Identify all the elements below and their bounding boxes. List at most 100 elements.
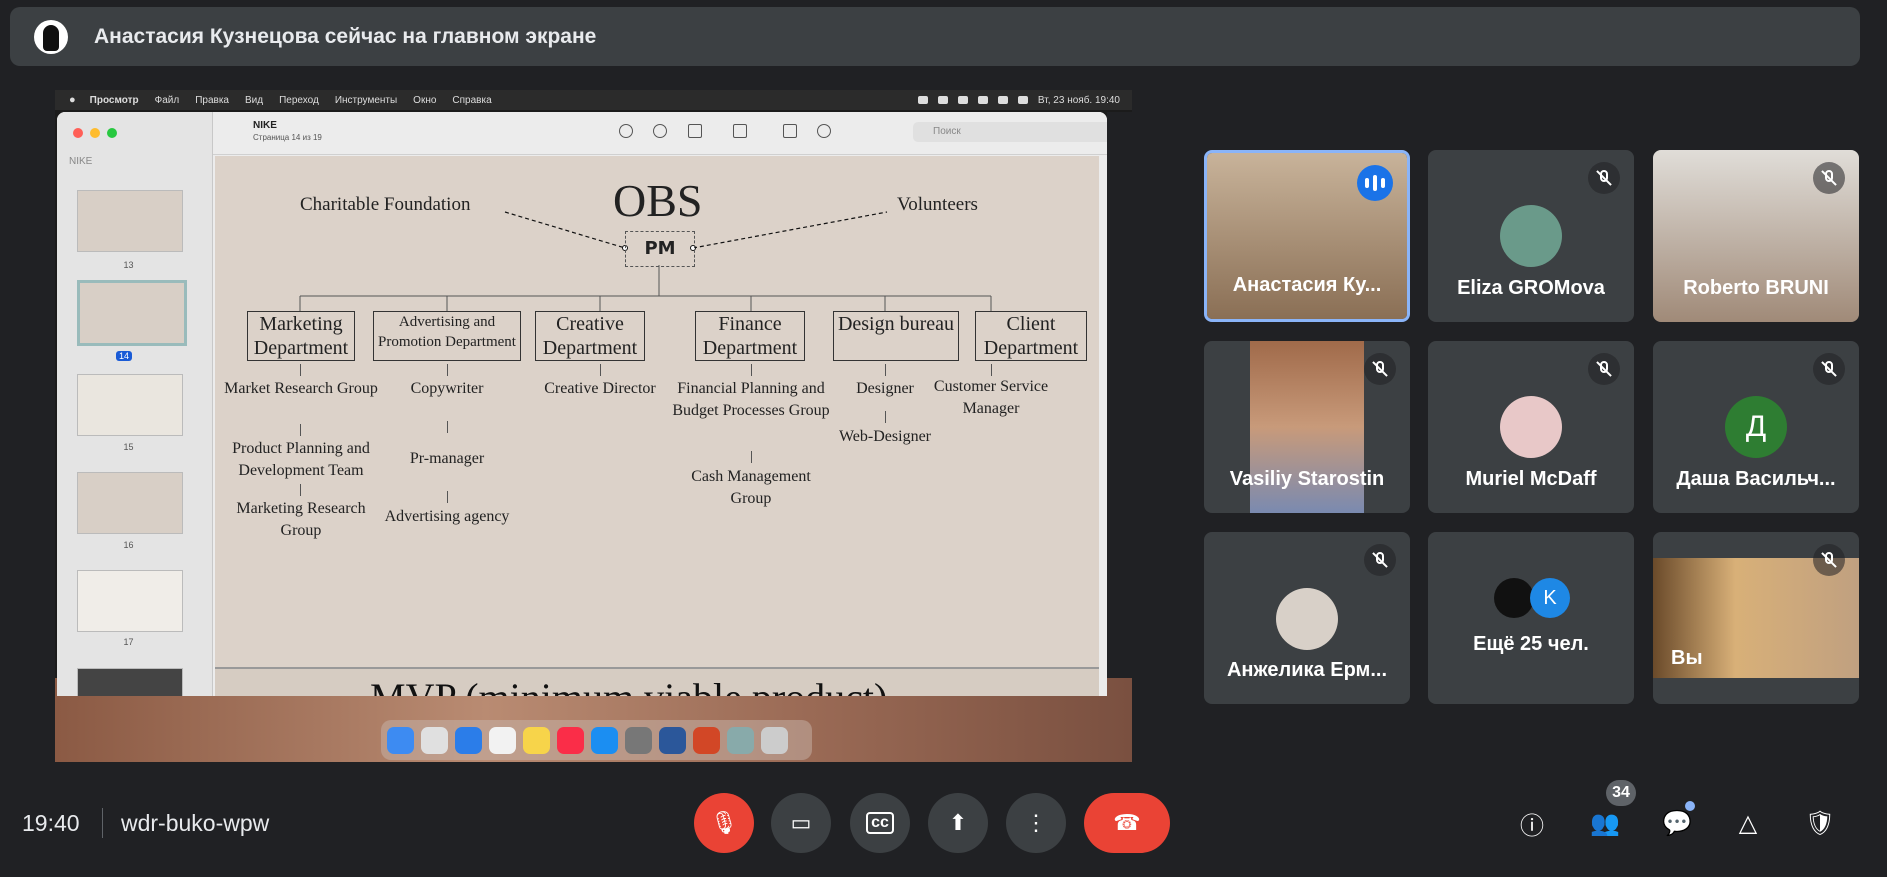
avatar bbox=[1494, 578, 1534, 618]
participant-name: Даша Васильч... bbox=[1676, 468, 1836, 490]
banner-text: Анастасия Кузнецова сейчас на главном эк… bbox=[94, 24, 597, 48]
participant-tile[interactable]: Вы bbox=[1653, 532, 1859, 704]
others-count: Ещё 25 чел. bbox=[1473, 633, 1589, 655]
sub-item: Financial Planning and Budget Processes … bbox=[672, 380, 830, 419]
charitable-label: Charitable Foundation bbox=[300, 194, 471, 215]
user-silhouette-icon bbox=[34, 19, 68, 54]
pm-box: PM bbox=[625, 231, 695, 267]
participant-tile[interactable]: Анастасия Ку... bbox=[1204, 150, 1410, 322]
info-button[interactable]: ⓘ bbox=[1515, 806, 1549, 840]
thumbnail bbox=[77, 190, 183, 252]
battery-icon bbox=[977, 96, 988, 104]
menu-item: Справка bbox=[452, 94, 492, 106]
shared-screen: ● Просмотр Файл Правка Вид Переход Инстр… bbox=[55, 90, 1132, 762]
participant-name: Анастасия Ку... bbox=[1232, 274, 1382, 296]
background-window bbox=[1107, 112, 1132, 678]
notes-icon bbox=[523, 726, 550, 754]
menu-item: Вид bbox=[245, 94, 264, 106]
zoom-in-icon bbox=[653, 124, 667, 138]
sub-item: Creative Director bbox=[544, 380, 656, 397]
participant-name: Анжелика Ерм... bbox=[1226, 659, 1387, 681]
control-bar: 19:40 wdr-buko-wpw 🎙 ▭ cc ⬆ ⋮ ☎ ⓘ 👥 34 💬… bbox=[0, 780, 1887, 877]
speaking-indicator-icon bbox=[1357, 165, 1393, 201]
participant-tile[interactable]: Roberto BRUNI bbox=[1653, 150, 1859, 322]
dept-client: Client Department bbox=[975, 311, 1087, 361]
chat-button[interactable]: 💬 bbox=[1660, 806, 1694, 840]
preview-window: NIKE 13 14 15 16 17 NIKE Страница 14 из … bbox=[57, 112, 1107, 696]
thumbnail bbox=[77, 374, 183, 436]
participant-tile[interactable]: Анжелика Ерм... bbox=[1204, 532, 1410, 704]
finder-icon bbox=[387, 726, 414, 754]
sub-item: Pr-manager bbox=[409, 450, 485, 467]
mac-menu-bar: ● Просмотр Файл Правка Вид Переход Инстр… bbox=[55, 90, 1132, 110]
menu-item: Инструменты bbox=[334, 94, 398, 106]
thumbnail-sidebar: NIKE 13 14 15 16 17 bbox=[57, 112, 213, 696]
safari-icon bbox=[455, 726, 482, 754]
captions-icon: cc bbox=[866, 812, 894, 834]
preview-toolbar: NIKE Страница 14 из 19 Поиск bbox=[213, 112, 1107, 155]
volunteers-label: Volunteers bbox=[897, 194, 978, 215]
activities-icon: △ bbox=[1738, 809, 1758, 837]
avatar: Д bbox=[1725, 396, 1787, 458]
participant-name: Вы bbox=[1671, 647, 1703, 669]
dept-creative: Creative Department bbox=[535, 311, 645, 361]
thumbnail-selected bbox=[77, 280, 187, 346]
people-button[interactable]: 👥 bbox=[1588, 806, 1622, 840]
sidebar-title: NIKE bbox=[69, 156, 93, 167]
meeting-code: wdr-buko-wpw bbox=[121, 810, 270, 836]
apple-icon: ● bbox=[69, 94, 76, 106]
thumbnail-number: 17 bbox=[123, 637, 134, 647]
info-icon: ⓘ bbox=[1520, 812, 1544, 840]
search-icon bbox=[1017, 96, 1028, 104]
sub-item: Advertising agency bbox=[384, 508, 510, 525]
thumbnail-number: 14 bbox=[116, 351, 132, 361]
leave-call-button[interactable]: ☎ bbox=[1084, 793, 1170, 853]
activities-button[interactable]: △ bbox=[1731, 806, 1765, 840]
mic-off-icon bbox=[1813, 353, 1845, 385]
minimize-icon bbox=[90, 128, 100, 138]
launchpad-icon bbox=[421, 726, 448, 754]
thumbnail-number: 16 bbox=[123, 540, 134, 550]
avatar bbox=[1500, 396, 1562, 458]
window-controls bbox=[73, 128, 117, 138]
slide-title: OBS bbox=[613, 175, 703, 226]
powerpoint-icon bbox=[693, 726, 720, 754]
present-icon: ⬆ bbox=[948, 810, 968, 835]
participant-tile[interactable]: Eliza GROMova bbox=[1428, 150, 1634, 322]
music-icon bbox=[557, 726, 584, 754]
camera-toggle-button[interactable]: ▭ bbox=[771, 793, 831, 853]
app-store-icon bbox=[591, 726, 618, 754]
host-controls-button[interactable]: 🛡 bbox=[1803, 806, 1837, 840]
participant-tile[interactable]: Vasiliy Starostin bbox=[1204, 341, 1410, 513]
next-slide: MVP (minimum viable product) bbox=[215, 667, 1099, 696]
reminders-icon bbox=[489, 726, 516, 754]
more-options-button[interactable]: ⋮ bbox=[1006, 793, 1066, 853]
mic-toggle-button[interactable]: 🎙 bbox=[694, 793, 754, 853]
present-button[interactable]: ⬆ bbox=[928, 793, 988, 853]
next-slide-title: MVP (minimum viable product) bbox=[370, 674, 887, 696]
word-icon bbox=[659, 726, 686, 754]
phone-hangup-icon: ☎ bbox=[1113, 810, 1141, 835]
others-tile[interactable]: K Ещё 25 чел. bbox=[1428, 532, 1634, 704]
zoom-out-icon bbox=[619, 124, 633, 138]
people-icon: 👥 bbox=[1590, 809, 1620, 837]
meeting-time: 19:40 bbox=[22, 810, 80, 836]
presenter-banner: Анастасия Кузнецова сейчас на главном эк… bbox=[10, 7, 1860, 66]
slide-page: OBS Charitable Foundation Volunteers PM … bbox=[215, 156, 1099, 696]
captions-button[interactable]: cc bbox=[850, 793, 910, 853]
annotate-icon bbox=[817, 124, 831, 138]
page-info: Страница 14 из 19 bbox=[253, 133, 322, 142]
mic-off-icon bbox=[1813, 162, 1845, 194]
mic-off-icon bbox=[1364, 544, 1396, 576]
thumbnail bbox=[77, 668, 183, 696]
thumbnail bbox=[77, 570, 183, 632]
chat-icon: 💬 bbox=[1662, 809, 1692, 837]
participant-tile[interactable]: Д Даша Васильч... bbox=[1653, 341, 1859, 513]
sub-item: Product Planning and Development Team bbox=[232, 440, 370, 479]
participant-name: Roberto BRUNI bbox=[1683, 277, 1829, 299]
divider bbox=[102, 808, 103, 838]
sub-item: Customer Service Manager bbox=[933, 378, 1049, 417]
rotate-icon bbox=[783, 124, 797, 138]
participant-tile[interactable]: Muriel McDaff bbox=[1428, 341, 1634, 513]
avatar bbox=[1276, 588, 1338, 650]
